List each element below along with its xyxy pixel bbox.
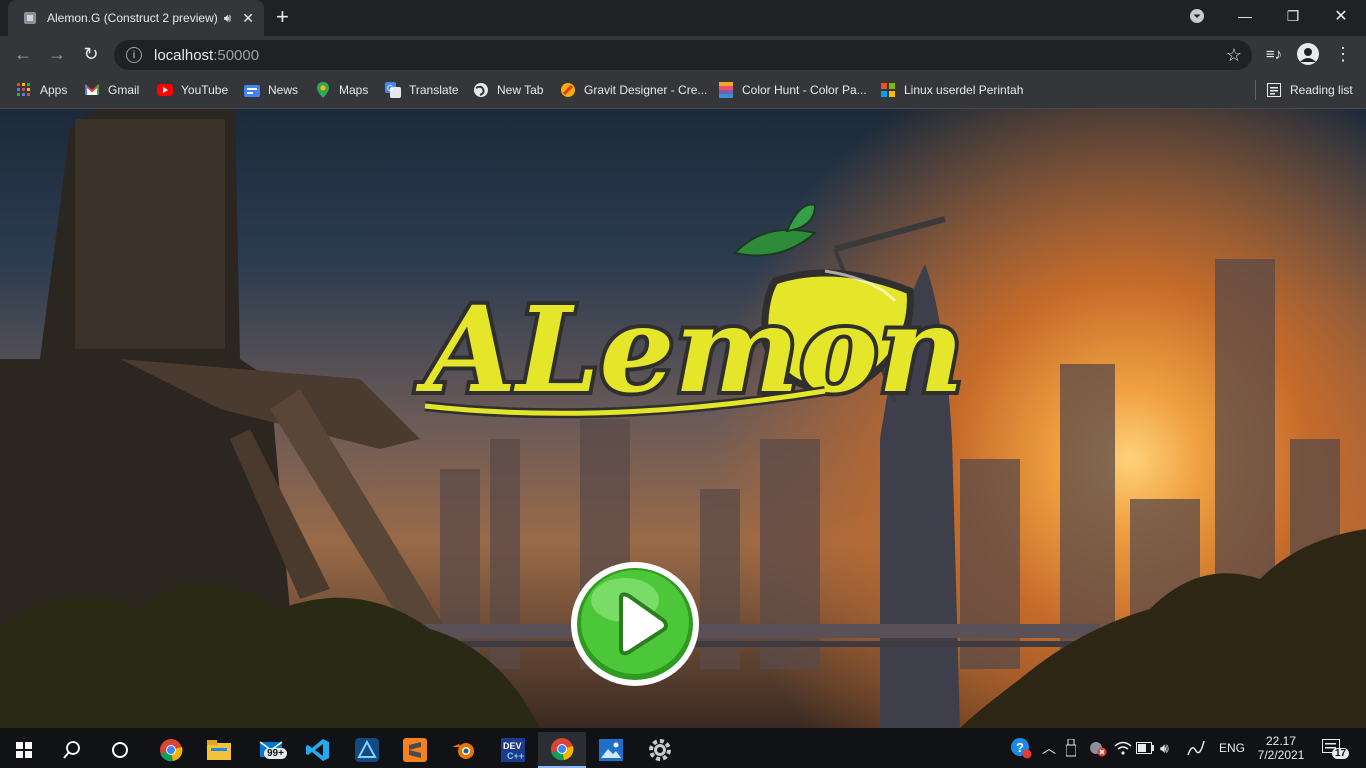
bookmark-new-tab[interactable]: New Tab	[473, 81, 543, 99]
gmail-icon	[84, 82, 100, 98]
settings-gear-icon[interactable]	[636, 732, 684, 768]
usb-icon[interactable]	[1066, 728, 1076, 768]
bookmark-label: Apps	[40, 83, 68, 97]
address-bar[interactable]: i localhost:50000 ☆	[114, 40, 1252, 70]
back-icon[interactable]: ←	[11, 42, 35, 66]
globe-icon	[473, 82, 489, 98]
news-icon	[244, 82, 260, 98]
browser-titlebar: Alemon.G (Construct 2 preview) 🔊︎ ✕ + — …	[0, 0, 1366, 36]
mail-badge: 99+	[264, 748, 287, 759]
profile-dropdown-icon[interactable]	[1174, 0, 1220, 32]
forward-icon[interactable]: →	[45, 42, 69, 66]
apps-grid-icon	[16, 82, 32, 98]
bookmark-star-icon[interactable]: ☆	[1226, 45, 1242, 66]
site-info-icon[interactable]: i	[126, 47, 142, 63]
antivirus-icon[interactable]	[1088, 728, 1108, 768]
svg-text:G: G	[387, 84, 393, 93]
page-favicon-icon	[22, 10, 38, 26]
window-close-icon[interactable]: ✕	[1318, 0, 1364, 32]
media-control-icon[interactable]: ≡♪	[1262, 42, 1286, 66]
windows-taskbar: 99+ DEV C++ ? ︿ 🔊︎ ENG 22.17 7/2/2021 17	[0, 728, 1366, 768]
game-logo: ALemon	[405, 201, 968, 441]
translate-icon: G	[385, 82, 401, 98]
clock-date: 7/2/2021	[1257, 748, 1305, 762]
bookmark-label: Gravit Designer - Cre...	[584, 83, 708, 97]
reading-list-label: Reading list	[1290, 83, 1353, 97]
bookmark-apps[interactable]: Apps	[16, 81, 67, 99]
bookmark-translate[interactable]: G Translate	[385, 81, 459, 99]
bookmark-label: Color Hunt - Color Pa...	[742, 83, 867, 97]
notification-count: 17	[1332, 748, 1350, 759]
bookmarks-bar: Apps Gmail YouTube News Maps G Translate…	[0, 72, 1366, 109]
speaker-icon[interactable]: 🔊︎	[224, 11, 232, 26]
clock-time: 22.17	[1265, 734, 1297, 748]
bookmark-label: Gmail	[108, 83, 140, 97]
file-explorer-icon[interactable]	[195, 732, 243, 768]
sublime-text-icon[interactable]	[391, 732, 439, 768]
vscode-icon[interactable]	[294, 732, 342, 768]
reload-icon[interactable]: ↻	[79, 42, 103, 66]
notification-center-icon[interactable]: 17	[1322, 728, 1350, 768]
volume-icon[interactable]: 🔊︎	[1160, 728, 1169, 768]
bookmark-label: Linux userdel Perintah	[904, 83, 1024, 97]
language-indicator[interactable]: ENG	[1219, 728, 1245, 768]
svg-text:DEV: DEV	[503, 741, 522, 751]
bookmark-gmail[interactable]: Gmail	[84, 81, 139, 99]
photos-icon[interactable]	[587, 732, 635, 768]
restore-icon[interactable]: ❐	[1270, 0, 1316, 32]
bookmark-news[interactable]: News	[244, 81, 298, 99]
wifi-icon[interactable]	[1114, 728, 1132, 768]
colorhunt-icon	[718, 82, 734, 98]
svg-text:C++: C++	[507, 751, 524, 761]
battery-icon[interactable]	[1136, 728, 1154, 768]
bookmark-label: YouTube	[181, 83, 229, 97]
cortana-icon[interactable]	[96, 732, 144, 768]
start-windows-icon[interactable]	[0, 732, 48, 768]
bookmark-gravit[interactable]: Gravit Designer - Cre...	[560, 81, 707, 99]
tab-title: Alemon.G (Construct 2 preview)	[47, 11, 218, 25]
url-host: localhost	[154, 46, 214, 64]
devc-icon[interactable]: DEV C++	[489, 732, 537, 768]
bookmark-maps[interactable]: Maps	[315, 81, 368, 99]
bookmark-label: Maps	[339, 83, 369, 97]
chrome-active-taskbar-icon[interactable]	[538, 732, 586, 768]
play-button[interactable]	[569, 560, 701, 688]
reading-list-icon	[1266, 82, 1282, 98]
bookmark-colorhunt[interactable]: Color Hunt - Color Pa...	[718, 81, 867, 99]
bookmarks-divider	[1255, 80, 1256, 100]
url-port: :50000	[213, 46, 260, 64]
clock[interactable]: 22.17 7/2/2021	[1254, 728, 1308, 768]
bookmark-label: News	[268, 83, 299, 97]
new-tab-button[interactable]: +	[276, 6, 289, 28]
minimize-icon[interactable]: —	[1222, 0, 1268, 32]
maps-icon	[315, 82, 331, 98]
menu-kebab-icon[interactable]: ⋮	[1331, 42, 1355, 66]
search-icon[interactable]	[48, 732, 96, 768]
blender-icon[interactable]	[440, 732, 488, 768]
game-canvas[interactable]: ALemon	[0, 109, 1366, 728]
chrome-taskbar-icon[interactable]	[147, 732, 195, 768]
bookmark-label: Translate	[409, 83, 459, 97]
help-icon[interactable]: ?	[1010, 728, 1032, 768]
bookmark-linux-userdel[interactable]: Linux userdel Perintah	[880, 81, 1023, 99]
browser-tab[interactable]: Alemon.G (Construct 2 preview) 🔊︎ ✕	[8, 0, 264, 36]
bookmark-label: New Tab	[497, 83, 544, 97]
mail-icon[interactable]: 99+	[248, 732, 296, 768]
windows-tiles-icon	[880, 82, 896, 98]
gravit-icon	[560, 82, 576, 98]
bookmark-youtube[interactable]: YouTube	[157, 81, 228, 99]
logo-wordmark: ALemon	[415, 280, 964, 419]
tab-close-icon[interactable]: ✕	[242, 10, 254, 27]
reading-list-button[interactable]: Reading list	[1266, 81, 1353, 99]
youtube-icon	[157, 82, 173, 98]
show-hidden-icons-icon[interactable]: ︿	[1042, 728, 1056, 768]
pen-ink-icon[interactable]	[1186, 728, 1206, 768]
affinity-designer-icon[interactable]	[343, 732, 391, 768]
profile-avatar[interactable]	[1296, 42, 1320, 66]
